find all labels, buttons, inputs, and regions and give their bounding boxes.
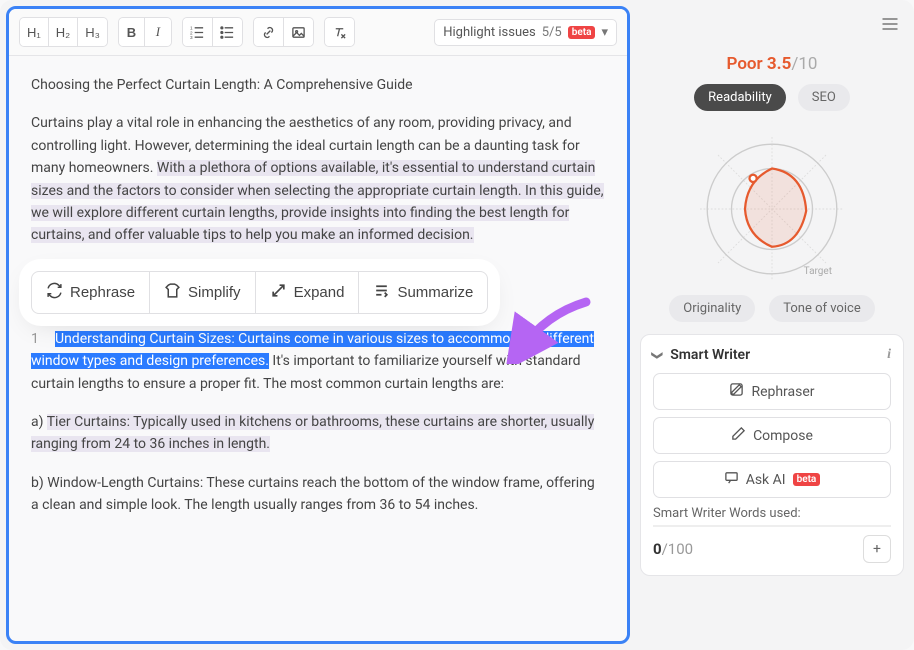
highlight-issues-label: Highlight issues xyxy=(443,25,536,40)
chat-icon xyxy=(724,470,739,489)
score-label: Poor xyxy=(727,54,763,74)
italic-button[interactable]: I xyxy=(145,18,171,46)
tab-seo[interactable]: SEO xyxy=(798,84,850,111)
beta-badge: beta xyxy=(793,473,821,486)
info-icon[interactable]: i xyxy=(887,347,891,363)
highlighted-text: Tier Curtains: Typically used in kitchen… xyxy=(31,414,594,452)
add-words-button[interactable]: + xyxy=(863,535,891,563)
words-used-label: Smart Writer Words used: xyxy=(653,506,891,521)
target-label: Target xyxy=(804,266,832,277)
ai-toolbar: Rephrase Simplify Expand Summarize xyxy=(31,271,488,314)
compose-button[interactable]: Compose xyxy=(653,417,891,454)
score-section: Poor 3.5/10 Readability SEO Ta xyxy=(640,54,904,322)
simplify-button[interactable]: Simplify xyxy=(150,271,256,314)
list-number: 1 xyxy=(31,328,45,350)
list-item-1: 1Understanding Curtain Sizes: Curtains c… xyxy=(31,328,605,395)
smart-writer-title: Smart Writer xyxy=(670,347,750,363)
chevron-down-icon[interactable]: ❯ xyxy=(651,350,664,359)
rephrase-button[interactable]: Rephrase xyxy=(31,271,150,314)
refresh-icon xyxy=(46,282,63,303)
edit-icon xyxy=(729,382,744,401)
pencil-icon xyxy=(731,426,746,445)
link-button[interactable] xyxy=(254,18,284,46)
chevron-down-icon: ▾ xyxy=(601,25,608,40)
image-button[interactable] xyxy=(284,18,313,46)
side-panel: Poor 3.5/10 Readability SEO Ta xyxy=(634,0,914,650)
tab-originality[interactable]: Originality xyxy=(669,295,755,322)
ordered-list-button[interactable]: 123 xyxy=(183,18,213,46)
radar-chart: Target xyxy=(672,119,872,299)
clear-format-button[interactable] xyxy=(325,18,354,46)
expand-button[interactable]: Expand xyxy=(256,271,360,314)
heading1-button[interactable]: H₁ xyxy=(20,18,49,46)
rephraser-button[interactable]: Rephraser xyxy=(653,373,891,410)
doc-title: Choosing the Perfect Curtain Length: A C… xyxy=(31,74,605,96)
tab-tone[interactable]: Tone of voice xyxy=(769,295,874,322)
paragraph-a: a) Tier Curtains: Typically used in kitc… xyxy=(31,411,605,456)
expand-icon xyxy=(270,282,287,303)
bold-button[interactable]: B xyxy=(119,18,145,46)
unordered-list-button[interactable] xyxy=(213,18,242,46)
score-max: /10 xyxy=(791,54,817,74)
paragraph-b: b) Window-Length Curtains: These curtain… xyxy=(31,472,605,517)
tab-readability[interactable]: Readability xyxy=(694,84,786,111)
highlight-issues-dropdown[interactable]: Highlight issues 5/5 beta ▾ xyxy=(434,19,617,46)
highlight-issues-count: 5/5 xyxy=(542,25,562,40)
menu-icon[interactable] xyxy=(876,10,904,42)
summarize-button[interactable]: Summarize xyxy=(359,271,488,314)
editor-content[interactable]: Choosing the Perfect Curtain Length: A C… xyxy=(9,56,627,641)
words-used-value: 0/100 xyxy=(653,540,693,558)
beta-badge: beta xyxy=(568,26,596,39)
shirt-icon xyxy=(164,282,181,303)
score-value: 3.5 xyxy=(767,54,791,74)
heading3-button[interactable]: H₃ xyxy=(78,18,107,46)
svg-text:3: 3 xyxy=(190,35,193,40)
summarize-icon xyxy=(373,282,390,303)
heading2-button[interactable]: H₂ xyxy=(49,18,78,46)
ask-ai-button[interactable]: Ask AI beta xyxy=(653,461,891,498)
smart-writer-card: ❯ Smart Writer i Rephraser Compose Ask A… xyxy=(640,334,904,576)
editor-pane: H₁ H₂ H₃ B I 123 Highlight issues xyxy=(6,6,630,644)
editor-toolbar: H₁ H₂ H₃ B I 123 Highlight issues xyxy=(9,9,627,56)
paragraph-1: Curtains play a vital role in enhancing … xyxy=(31,112,605,246)
